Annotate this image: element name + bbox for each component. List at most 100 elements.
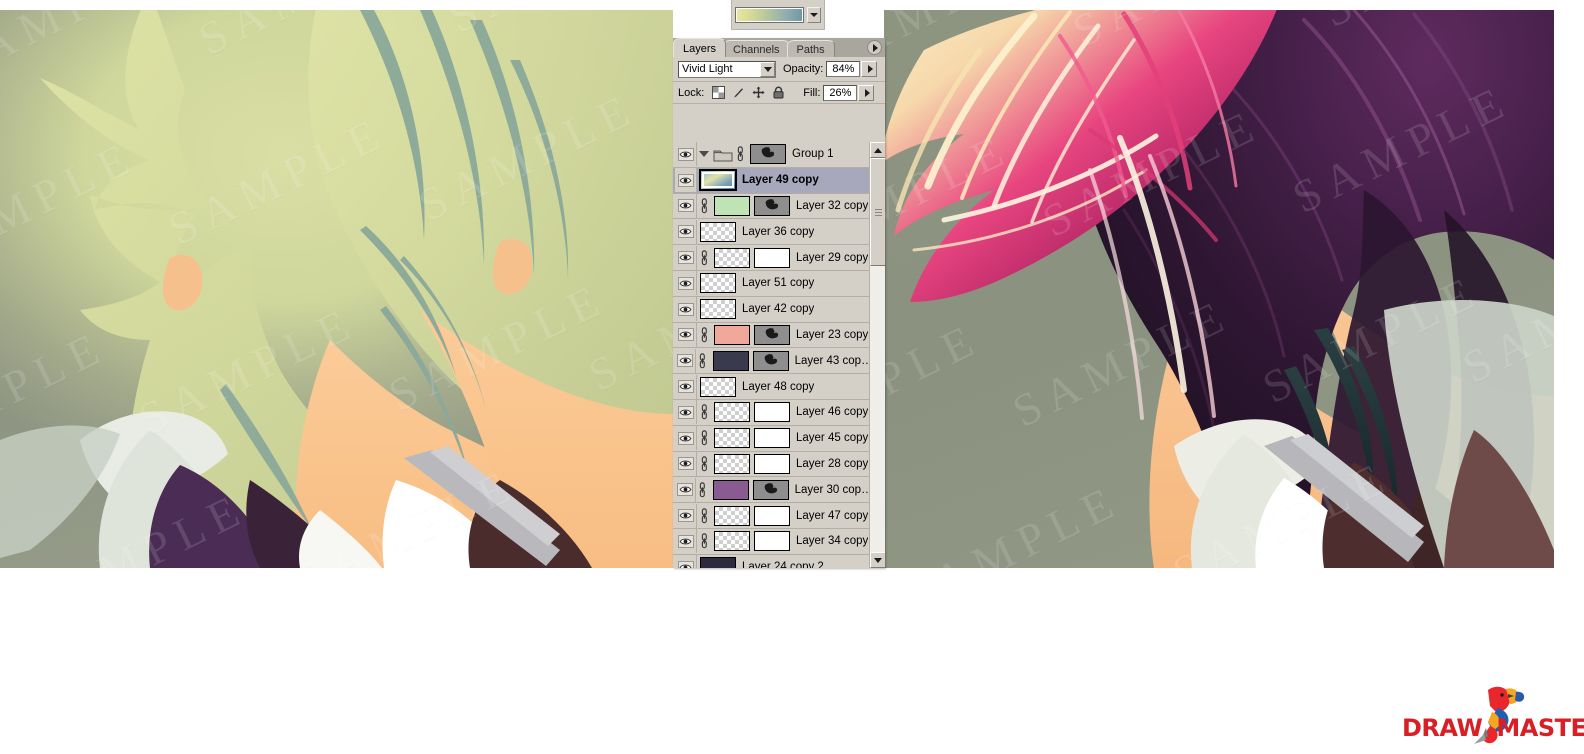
blend-mode-dropdown-button[interactable]: [760, 61, 775, 77]
layer-visibility-toggle[interactable]: [675, 322, 697, 347]
layer-mask-thumbnail[interactable]: [754, 402, 790, 423]
layer-thumbnail[interactable]: [714, 505, 750, 526]
layer-row[interactable]: Layer 34 copy: [673, 528, 869, 555]
layer-thumbnail[interactable]: [700, 376, 736, 397]
layer-link-icon[interactable]: [699, 249, 709, 267]
layer-link-icon[interactable]: [699, 532, 709, 550]
layer-visibility-toggle[interactable]: [675, 426, 697, 451]
layer-visibility-toggle[interactable]: [675, 348, 697, 373]
layer-thumbnail[interactable]: [714, 247, 750, 268]
scroll-down-button[interactable]: [870, 552, 885, 568]
layer-thumbnail[interactable]: [700, 273, 736, 294]
palette-menu-button[interactable]: [867, 40, 882, 55]
gradient-swatch[interactable]: [735, 6, 805, 23]
layer-row[interactable]: Layer 49 copy: [673, 167, 869, 194]
layer-visibility-toggle[interactable]: [675, 503, 697, 528]
layer-visibility-toggle[interactable]: [675, 168, 697, 193]
layer-mask-thumbnail[interactable]: [754, 428, 790, 449]
gradient-preset-dropdown-button[interactable]: [807, 6, 821, 23]
layer-mask-thumbnail[interactable]: [754, 453, 790, 474]
layer-link-icon[interactable]: [699, 455, 709, 473]
layer-visibility-toggle[interactable]: [675, 477, 697, 502]
layer-link-icon[interactable]: [699, 403, 709, 421]
layer-thumbnail[interactable]: [714, 453, 750, 474]
gradient-picker-toolbar[interactable]: [731, 0, 825, 30]
layer-visibility-toggle[interactable]: [675, 193, 697, 218]
layer-row[interactable]: Layer 28 copy: [673, 451, 869, 478]
scrollbar-thumb[interactable]: [870, 158, 885, 266]
layer-link-icon[interactable]: [699, 197, 709, 215]
layer-thumbnail[interactable]: [714, 195, 750, 216]
lock-transparent-pixels-icon[interactable]: [712, 86, 726, 99]
layer-thumbnail[interactable]: [700, 557, 736, 568]
tab-layers[interactable]: Layers: [673, 38, 727, 57]
lock-position-icon[interactable]: [752, 86, 765, 99]
opacity-input[interactable]: 84%: [826, 61, 861, 77]
layer-thumbnail[interactable]: [714, 531, 750, 552]
layer-visibility-toggle[interactable]: [675, 142, 697, 167]
layer-link-icon[interactable]: [699, 507, 709, 525]
layer-list-scrollbar[interactable]: [869, 142, 885, 568]
lock-all-icon[interactable]: [772, 86, 785, 99]
layer-mask-thumbnail[interactable]: [754, 505, 790, 526]
lock-image-pixels-icon[interactable]: [732, 86, 745, 99]
layer-row[interactable]: Layer 47 copy: [673, 503, 869, 529]
layer-row[interactable]: Layer 29 copy: [673, 245, 869, 271]
layer-visibility-toggle[interactable]: [675, 245, 697, 270]
fill-input[interactable]: 26%: [823, 84, 858, 101]
layer-row[interactable]: Layer 36 copy: [673, 219, 869, 246]
layer-visibility-toggle[interactable]: [675, 451, 697, 476]
layer-thumbnail[interactable]: [700, 170, 736, 191]
layer-link-icon[interactable]: [698, 481, 708, 499]
group-disclosure-triangle[interactable]: [697, 151, 711, 158]
layer-row[interactable]: Layer 42 copy: [673, 296, 869, 323]
layer-visibility-toggle[interactable]: [675, 374, 697, 399]
layer-mask-thumbnail[interactable]: [754, 531, 790, 552]
layer-visibility-toggle[interactable]: [675, 400, 697, 425]
layer-link-icon[interactable]: [699, 326, 709, 344]
scrollbar-track[interactable]: [870, 158, 885, 552]
blend-mode-select[interactable]: Vivid Light: [678, 60, 776, 78]
layer-thumbnail[interactable]: [712, 350, 749, 371]
layer-visibility-toggle[interactable]: [675, 297, 697, 322]
layer-row[interactable]: Layer 48 copy: [673, 374, 869, 400]
layer-visibility-toggle[interactable]: [675, 529, 697, 554]
layer-row[interactable]: Layer 45 copy: [673, 425, 869, 452]
layer-link-icon[interactable]: [735, 145, 745, 163]
layer-visibility-toggle[interactable]: [675, 271, 697, 296]
layers-palette[interactable]: Layers Channels Paths Vivid Light Opacit…: [673, 38, 885, 568]
layer-mask-thumbnail[interactable]: [752, 350, 789, 371]
fill-slider-button[interactable]: [858, 84, 875, 101]
layer-row[interactable]: Layer 30 cop…: [673, 477, 869, 504]
layer-thumbnail[interactable]: [750, 144, 786, 165]
layer-thumbnail[interactable]: [712, 479, 749, 500]
layer-list-region[interactable]: Group 1 Layer 49 copy Layer 32 copy Layer 3…: [673, 142, 885, 568]
layer-mask-thumbnail[interactable]: [754, 195, 790, 216]
layer-mask-thumbnail[interactable]: [752, 479, 789, 500]
layer-row[interactable]: Group 1: [673, 142, 869, 168]
layer-link-icon[interactable]: [699, 429, 709, 447]
tab-channels[interactable]: Channels: [723, 40, 790, 57]
layer-thumbnail[interactable]: [714, 402, 750, 423]
layer-thumbnail[interactable]: [714, 324, 750, 345]
tab-paths[interactable]: Paths: [786, 40, 835, 57]
eye-icon: [677, 328, 694, 342]
layer-row[interactable]: Layer 51 copy: [673, 270, 869, 297]
scroll-up-button[interactable]: [870, 142, 885, 158]
layer-thumbnail[interactable]: [700, 221, 736, 242]
layer-thumbnail[interactable]: [714, 428, 750, 449]
layer-visibility-toggle[interactable]: [675, 555, 697, 568]
layer-row[interactable]: Layer 23 copy: [673, 322, 869, 349]
layer-row[interactable]: Layer 24 copy 2: [673, 554, 869, 568]
opacity-slider-button[interactable]: [861, 61, 878, 77]
layer-link-icon[interactable]: [698, 352, 708, 370]
layer-row[interactable]: Layer 43 cop…: [673, 348, 869, 375]
layer-visibility-toggle[interactable]: [675, 219, 697, 244]
layer-mask-thumbnail[interactable]: [754, 247, 790, 268]
palette-tab-bar[interactable]: Layers Channels Paths: [673, 38, 885, 57]
layer-row[interactable]: Layer 32 copy: [673, 193, 869, 220]
layer-mask-thumbnail[interactable]: [754, 324, 790, 345]
layer-thumbnail[interactable]: [700, 299, 736, 320]
layer-list[interactable]: Group 1 Layer 49 copy Layer 32 copy Layer 3…: [673, 142, 869, 568]
layer-row[interactable]: Layer 46 copy: [673, 399, 869, 426]
